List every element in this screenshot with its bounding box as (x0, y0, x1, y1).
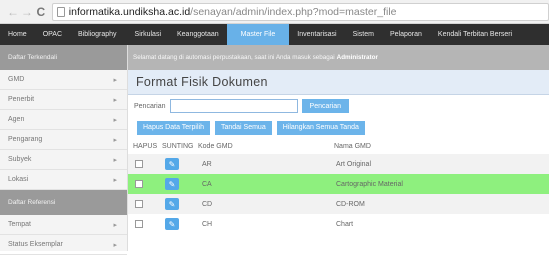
delete-checkbox[interactable] (135, 220, 143, 228)
nama-cell: CD-ROM (336, 200, 365, 208)
menu-inventarisasi[interactable]: Inventarisasi (289, 24, 344, 45)
page-icon (56, 6, 65, 17)
forward-icon[interactable]: → (20, 4, 34, 20)
title-bar: Format Fisik Dokumen (128, 70, 549, 95)
sidebar-item-label: GMD (8, 76, 25, 83)
sidebar-item-label: Agen (8, 116, 25, 123)
menu-home[interactable]: Home (0, 24, 35, 45)
mark-all-button[interactable]: Tandai Semua (214, 120, 272, 135)
main-menu: Home OPAC Bibliography Sirkulasi Keanggo… (0, 24, 549, 45)
kode-cell: CA (202, 180, 212, 188)
sidebar-item-status-eksemplar[interactable]: Status Eksemplar ▸ (0, 235, 127, 255)
sidebar-item-label: Lokasi (8, 176, 29, 183)
sidebar-item-pengarang[interactable]: Pengarang ▸ (0, 130, 127, 150)
browser-toolbar: ← → C informatika.undiksha.ac.id/senayan… (0, 0, 549, 24)
sidebar-item-subyek[interactable]: Subyek ▸ (0, 150, 127, 170)
sidebar-header-referensi: Daftar Referensi (0, 190, 127, 215)
table-row: ✎ CD CD-ROM (128, 194, 549, 214)
delete-checkbox[interactable] (135, 180, 143, 188)
welcome-user: Administrator (336, 54, 378, 61)
back-icon[interactable]: ← (6, 4, 20, 20)
sidebar-item-label: Status Eksemplar (8, 241, 63, 248)
url-path: /senayan/admin/index.php?mod=master_file (190, 5, 397, 18)
kode-cell: CH (202, 220, 213, 228)
menu-sistem[interactable]: Sistem (345, 24, 382, 45)
header-nama[interactable]: Nama GMD (334, 143, 549, 150)
page-title: Format Fisik Dokumen (136, 75, 268, 89)
search-label: Pencarian (134, 102, 166, 110)
delete-checkbox[interactable] (135, 200, 143, 208)
sidebar-header-terkendali: Daftar Terkendali (0, 45, 127, 70)
kode-cell: AR (202, 160, 212, 168)
table-row: ✎ CH Chart (128, 214, 549, 234)
search-button[interactable]: Pencarian (301, 99, 350, 113)
edit-icon[interactable]: ✎ (165, 178, 179, 190)
edit-icon[interactable]: ✎ (165, 198, 179, 210)
edit-icon[interactable]: ✎ (165, 158, 179, 170)
delete-selected-button[interactable]: Hapus Data Terpilih (137, 120, 210, 135)
chevron-right-icon: ▸ (113, 156, 117, 164)
sidebar: Daftar Terkendali GMD ▸ Penerbit ▸ Agen ▸ P… (0, 45, 128, 255)
action-row: Hapus Data Terpilih Tandai Semua Hilangk… (128, 117, 549, 138)
delete-checkbox[interactable] (135, 160, 143, 168)
nama-cell: Art Original (336, 160, 372, 168)
welcome-bar: Selamat datang di automasi perpustakaan,… (128, 45, 549, 70)
sidebar-item-gmd[interactable]: GMD ▸ (0, 70, 127, 90)
sidebar-item-label: Pengarang (8, 136, 43, 143)
nama-cell: Cartographic Material (336, 180, 403, 188)
address-bar[interactable]: informatika.undiksha.ac.id/senayan/admin… (51, 2, 549, 21)
sidebar-item-label: Penerbit (8, 96, 35, 103)
menu-kendali-terbitan[interactable]: Kendali Terbitan Berseri (430, 24, 520, 45)
menu-sirkulasi[interactable]: Sirkulasi (125, 24, 169, 45)
chevron-right-icon: ▸ (113, 136, 117, 144)
search-row: Pencarian Pencarian (128, 95, 549, 117)
kode-cell: CD (202, 200, 213, 208)
main-content: Selamat datang di automasi perpustakaan,… (128, 45, 549, 251)
menu-master-file[interactable]: Master File (226, 24, 290, 45)
sidebar-item-lokasi[interactable]: Lokasi ▸ (0, 170, 127, 190)
sidebar-item-tempat[interactable]: Tempat ▸ (0, 215, 127, 235)
sidebar-item-penerbit[interactable]: Penerbit ▸ (0, 90, 127, 110)
clear-marks-button[interactable]: Hilangkan Semua Tanda (276, 120, 365, 135)
chevron-right-icon: ▸ (113, 76, 117, 84)
chevron-right-icon: ▸ (113, 176, 117, 184)
menu-keanggotaan[interactable]: Keanggotaan (169, 24, 227, 45)
table-header: HAPUS SUNTING Kode GMD Nama GMD (128, 138, 549, 154)
chevron-right-icon: ▸ (113, 241, 117, 249)
welcome-text: Selamat datang di automasi perpustakaan,… (133, 54, 335, 61)
chevron-right-icon: ▸ (113, 221, 117, 229)
search-input[interactable] (169, 99, 298, 113)
url-host: informatika.undiksha.ac.id (68, 5, 191, 18)
sidebar-item-label: Subyek (8, 156, 32, 163)
sidebar-item-agen[interactable]: Agen ▸ (0, 110, 127, 130)
menu-bibliography[interactable]: Bibliography (70, 24, 125, 45)
chevron-right-icon: ▸ (113, 96, 117, 104)
header-kode[interactable]: Kode GMD (198, 143, 334, 150)
edit-icon[interactable]: ✎ (165, 218, 179, 230)
menu-opac[interactable]: OPAC (35, 24, 70, 45)
reload-icon[interactable]: C (34, 4, 48, 20)
sidebar-item-label: Tempat (8, 221, 31, 228)
header-hapus: HAPUS (133, 142, 158, 150)
chevron-right-icon: ▸ (113, 116, 117, 124)
table-row: ✎ CA Cartographic Material (128, 174, 549, 194)
table-row: ✎ AR Art Original (128, 154, 549, 174)
nama-cell: Chart (336, 220, 354, 228)
header-sunting: SUNTING (162, 142, 194, 150)
menu-pelaporan[interactable]: Pelaporan (382, 24, 430, 45)
